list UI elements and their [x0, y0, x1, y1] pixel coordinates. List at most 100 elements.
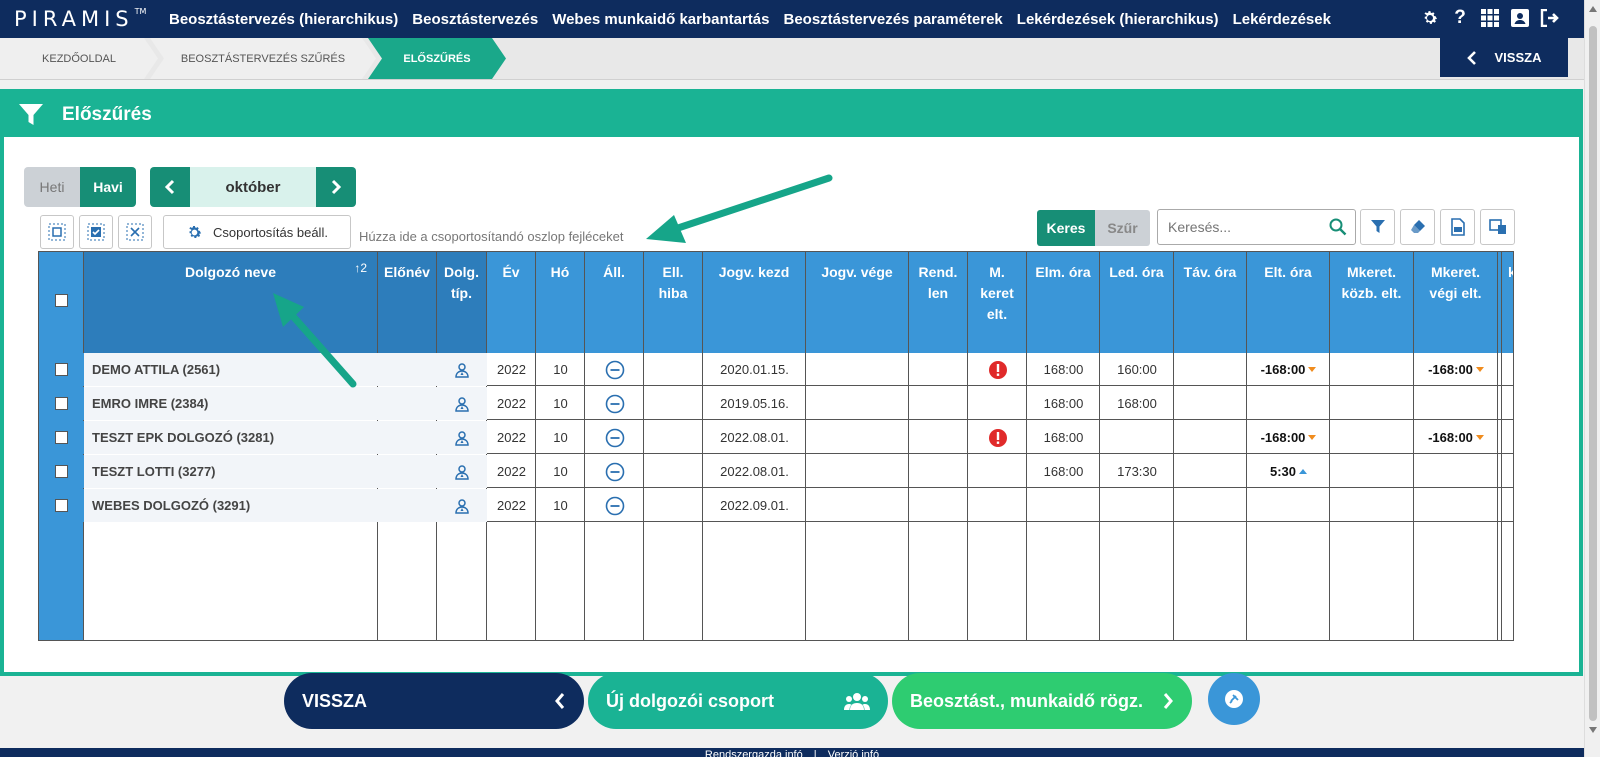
- columns-button[interactable]: [1480, 209, 1515, 245]
- user-type-icon: [455, 362, 469, 378]
- mkeret-kozb-cell: [1330, 353, 1414, 386]
- employee-type-cell: [437, 455, 487, 488]
- employee-grid: Dolgozó neve ↑2 Előnév Dolg. típ. Év Hó …: [38, 251, 1514, 641]
- filter-button[interactable]: [1360, 209, 1395, 245]
- toggle-heti[interactable]: Heti: [24, 167, 80, 207]
- logout-icon[interactable]: [1540, 8, 1560, 28]
- menu-beosztastervezes-parameterek[interactable]: Beosztástervezés paraméterek: [776, 11, 1009, 28]
- footer-admin-info[interactable]: Rendszergazda infó: [705, 749, 803, 757]
- elonev-cell: [378, 387, 437, 420]
- row-checkbox[interactable]: [55, 499, 68, 512]
- deselect-all-button[interactable]: [118, 215, 152, 249]
- select-all-button[interactable]: [40, 215, 74, 249]
- elm-ora-cell: [1027, 489, 1100, 522]
- jogv-kezd-cell: 2020.01.15.: [720, 362, 789, 377]
- minus-circle-icon[interactable]: [605, 462, 625, 482]
- led-ora-cell: [1100, 489, 1174, 522]
- pin-toggle-button[interactable]: [1208, 673, 1260, 725]
- row-checkbox[interactable]: [55, 397, 68, 410]
- chevron-right-icon: [331, 179, 342, 195]
- jogv-vege-cell: [806, 455, 909, 488]
- check-error-cell: [644, 489, 703, 522]
- triangle-down-icon: [1308, 367, 1317, 372]
- employee-type-cell: [437, 421, 487, 454]
- footer-version-info[interactable]: Verzió infó: [828, 749, 879, 757]
- toggle-havi[interactable]: Havi: [80, 167, 136, 207]
- menu-lekerdezesek-hierarchikus[interactable]: Lekérdezések (hierarchikus): [1010, 11, 1226, 28]
- user-type-icon: [455, 430, 469, 446]
- elm-ora-cell: 168:00: [1043, 430, 1084, 445]
- user-card-icon[interactable]: [1510, 8, 1530, 28]
- row-checkbox[interactable]: [55, 363, 68, 376]
- piramis-logo[interactable]: PIRAMIS TM: [14, 7, 162, 31]
- table-row[interactable]: TESZT LOTTI (3277) 2022 10 2022.08.01. 168:0…: [39, 455, 1513, 488]
- menu-beosztastervezes[interactable]: Beosztástervezés: [405, 11, 545, 28]
- row-checkbox[interactable]: [55, 465, 68, 478]
- tav-ora-cell: [1174, 489, 1247, 522]
- help-icon[interactable]: ?: [1450, 7, 1470, 28]
- clear-filter-button[interactable]: [1400, 209, 1435, 245]
- row-checkbox[interactable]: [55, 431, 68, 444]
- table-row[interactable]: EMRO IMRE (2384) 2022 10 2019.05.16. 168:00 1…: [39, 387, 1513, 420]
- tav-ora-cell: [1174, 353, 1247, 386]
- group-drop-zone[interactable]: Húzza ide a csoportosítandó oszlop fejlé…: [359, 229, 624, 244]
- employee-type-cell: [437, 353, 487, 386]
- record-schedule-button[interactable]: Beosztást., munkaidő rögz.: [892, 673, 1192, 729]
- error-icon[interactable]: [988, 428, 1008, 448]
- table-row[interactable]: TESZT EPK DOLGOZÓ (3281) 2022 10 2022.08.01…: [39, 421, 1513, 454]
- minus-circle-icon[interactable]: [605, 360, 625, 380]
- menu-webes-munkaido[interactable]: Webes munkaidő karbantartás: [545, 11, 776, 28]
- minus-circle-icon[interactable]: [605, 496, 625, 516]
- year-cell: 2022: [497, 362, 526, 377]
- user-type-icon: [455, 396, 469, 412]
- chevron-left-icon: [555, 693, 565, 709]
- user-type-icon: [455, 464, 469, 480]
- led-ora-cell: 160:00: [1117, 362, 1157, 377]
- mkeret-kozb-cell: [1330, 421, 1414, 454]
- table-row[interactable]: DEMO ATTILA (2561) 2022 10 2020.01.15. 168:0…: [39, 353, 1513, 386]
- row-checkbox-cell: [39, 387, 84, 420]
- employee-name: WEBES DOLGOZÓ (3291): [84, 489, 378, 522]
- rend-len-cell: [909, 387, 968, 420]
- jogv-kezd-cell: 2022.08.01.: [720, 464, 789, 479]
- search-icon[interactable]: [1329, 218, 1347, 236]
- export-button[interactable]: [1440, 209, 1475, 245]
- scroll-down-arrow[interactable]: [1589, 727, 1597, 733]
- month-label: október: [190, 167, 316, 207]
- back-button[interactable]: VISSZA: [284, 673, 584, 729]
- mkeret-vegi-cell: -168:00: [1414, 353, 1498, 386]
- page-scrollbar[interactable]: [1584, 0, 1600, 757]
- breadcrumb-eloszures[interactable]: ELŐSZŰRÉS: [368, 38, 506, 79]
- employee-name: TESZT LOTTI (3277): [84, 455, 378, 488]
- new-employee-group-button[interactable]: Új dolgozói csoport: [588, 673, 888, 729]
- select-checked-button[interactable]: [79, 215, 113, 249]
- chevron-left-icon: [164, 179, 175, 195]
- next-month-button[interactable]: [316, 167, 356, 207]
- row-checkbox-cell: [39, 353, 84, 386]
- grid-apps-icon[interactable]: [1480, 8, 1500, 28]
- record-schedule-label: Beosztást., munkaidő rögz.: [910, 690, 1144, 711]
- minus-circle-icon[interactable]: [605, 394, 625, 414]
- year-cell: 2022: [497, 430, 526, 445]
- search-input[interactable]: [1158, 210, 1318, 244]
- error-icon[interactable]: [988, 360, 1008, 380]
- keres-toggle[interactable]: Keres: [1037, 210, 1095, 246]
- menu-beosztastervezes-hierarchikus[interactable]: Beosztástervezés (hierarchikus): [162, 11, 405, 28]
- panel-title: Előszűrés: [62, 104, 152, 125]
- breadcrumb-beosztastervezes-szures[interactable]: BEOSZTÁSTERVEZÉS SZŰRÉS: [150, 38, 376, 79]
- year-cell: 2022: [497, 464, 526, 479]
- table-row[interactable]: WEBES DOLGOZÓ (3291) 2022 10 2022.09.01.: [39, 489, 1513, 522]
- back-top-button[interactable]: VISSZA: [1440, 38, 1568, 77]
- prev-month-button[interactable]: [150, 167, 190, 207]
- szur-toggle[interactable]: Szűr: [1095, 210, 1150, 246]
- menu-lekerdezesek[interactable]: Lekérdezések: [1226, 11, 1338, 28]
- month-cell: 10: [553, 396, 568, 411]
- check-error-cell: [644, 353, 703, 386]
- scroll-up-arrow[interactable]: [1589, 6, 1597, 12]
- chevron-right-icon: [1163, 693, 1173, 709]
- grouping-settings-button[interactable]: Csoportosítás beáll.: [163, 215, 351, 249]
- breadcrumb-kezdooldal[interactable]: KEZDŐOLDAL: [0, 38, 158, 79]
- minus-circle-icon[interactable]: [605, 428, 625, 448]
- scroll-thumb[interactable]: [1589, 26, 1597, 721]
- gear-icon[interactable]: [1420, 8, 1440, 28]
